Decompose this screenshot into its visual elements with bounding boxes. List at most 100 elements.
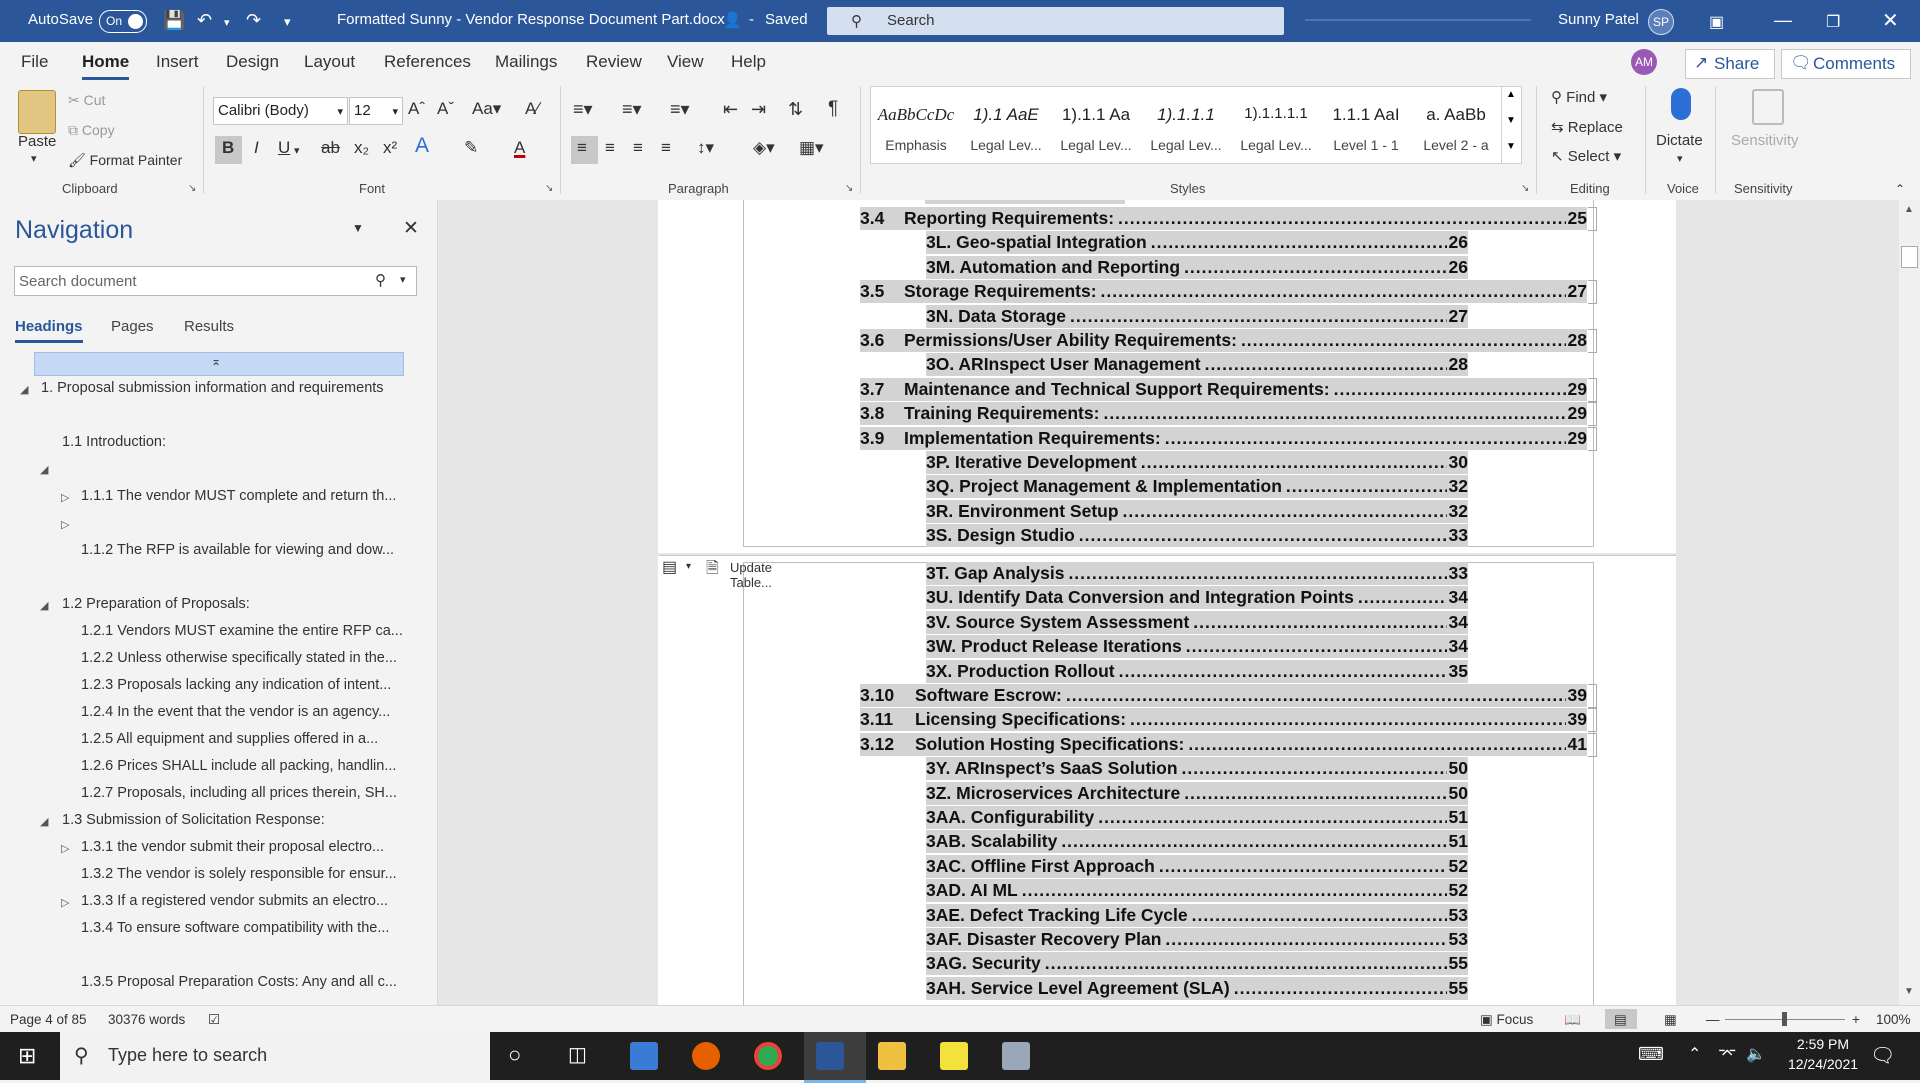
- nav-heading[interactable]: 1.2.4 In the event that the vendor is an…: [81, 704, 390, 720]
- styles-launcher-icon[interactable]: ↘: [1521, 183, 1529, 194]
- snipping-tool-icon[interactable]: [1002, 1042, 1030, 1070]
- copy-button[interactable]: ⧉ Copy: [68, 122, 115, 139]
- chevron-down-icon[interactable]: ▾: [1677, 152, 1683, 165]
- nav-tab-results[interactable]: Results: [184, 318, 234, 335]
- tab-review[interactable]: Review: [586, 52, 642, 72]
- chevron-down-icon[interactable]: ▾: [686, 561, 691, 572]
- find-button[interactable]: ⚲ Find ▾: [1551, 88, 1607, 106]
- file-explorer-icon[interactable]: [878, 1042, 906, 1070]
- word-icon[interactable]: [816, 1042, 844, 1070]
- toc-entry-sub[interactable]: 3AH. Service Level Agreement (SLA)......…: [926, 976, 1468, 1000]
- minimize-icon[interactable]: —: [1774, 10, 1792, 31]
- shrink-font-icon[interactable]: Aˇ: [437, 99, 454, 119]
- toc-entry-sub[interactable]: 3AA. Configurability....................…: [926, 806, 1468, 829]
- nav-close-icon[interactable]: ✕: [403, 217, 419, 240]
- store-icon[interactable]: [630, 1042, 658, 1070]
- toc-entry-sub[interactable]: 3Y. ARInspect’s SaaS Solution...........…: [926, 757, 1468, 781]
- toc-options-icon[interactable]: ▤: [662, 557, 677, 577]
- autosave-toggle[interactable]: On: [99, 10, 147, 33]
- toc-entry-main[interactable]: 3.11 Licensing Specifications:...........…: [860, 708, 1587, 732]
- taskbar-search-box[interactable]: ⚲ Type here to search: [60, 1032, 490, 1080]
- bullets-icon[interactable]: ≡▾: [573, 99, 593, 120]
- toc-entry-sub[interactable]: 3M. Automation and Reporting............…: [926, 255, 1468, 279]
- collapse-ribbon-icon[interactable]: ⌃: [1895, 182, 1905, 196]
- replace-button[interactable]: ⇆ Replace: [1551, 118, 1623, 136]
- toc-entry-sub[interactable]: 3N. Data Storage........................…: [926, 304, 1468, 328]
- chevron-down-icon[interactable]: ▼: [1506, 115, 1516, 126]
- customize-toolbar-icon[interactable]: ▾: [284, 14, 291, 30]
- style-level-1[interactable]: 1.1.1 AaI Level 1 - 1: [1321, 87, 1411, 163]
- chevron-up-icon[interactable]: ⌃: [1688, 1044, 1701, 1064]
- print-layout-icon[interactable]: ▤: [1614, 1012, 1627, 1028]
- chevron-up-icon[interactable]: ▲: [1506, 89, 1516, 100]
- nav-search-input[interactable]: Search document ⚲ ▾: [14, 266, 417, 296]
- toc-entry-main[interactable]: 3.5 Storage Requirements:................…: [860, 280, 1587, 304]
- cortana-icon[interactable]: ○: [508, 1042, 521, 1068]
- scroll-thumb[interactable]: [1901, 246, 1918, 268]
- italic-icon[interactable]: I: [254, 138, 259, 158]
- collaborator-avatar[interactable]: AM: [1631, 49, 1657, 75]
- align-right-icon[interactable]: ≡: [633, 138, 643, 158]
- zoom-level[interactable]: 100%: [1876, 1012, 1911, 1027]
- volume-icon[interactable]: 🔈: [1746, 1044, 1766, 1064]
- style-emphasis[interactable]: AaBbCcDc Emphasis: [871, 87, 961, 163]
- keyboard-icon[interactable]: ⌨: [1638, 1044, 1664, 1065]
- redo-icon[interactable]: ↷: [246, 10, 261, 31]
- toc-entry-sub[interactable]: 3O. ARInspect User Management...........…: [926, 353, 1468, 377]
- toc-entry-main[interactable]: 3.8 Training Requirements:...............…: [860, 402, 1587, 426]
- toc-entry-sub[interactable]: 3L. Geo-spatial Integration.............…: [926, 231, 1468, 255]
- style-level-2[interactable]: a. AaBb Level 2 - a: [1411, 87, 1501, 163]
- multilevel-list-icon[interactable]: ≡▾: [670, 99, 690, 120]
- clock-time[interactable]: 2:59 PM: [1788, 1036, 1858, 1052]
- collapse-triangle-icon[interactable]: ◢: [40, 599, 48, 612]
- nav-heading[interactable]: 1.2.3 Proposals lacking any indication o…: [81, 677, 391, 693]
- bold-icon[interactable]: B: [222, 138, 234, 158]
- notification-icon[interactable]: 🗨: [1870, 1043, 1895, 1068]
- web-layout-icon[interactable]: ▦: [1664, 1012, 1677, 1028]
- style-legal-level-2[interactable]: 1).1.1 Aa Legal Lev...: [1051, 87, 1141, 163]
- line-spacing-icon[interactable]: ↕▾: [697, 138, 714, 158]
- page-count[interactable]: Page 4 of 85: [10, 1012, 87, 1027]
- text-effects-icon[interactable]: A: [415, 134, 429, 158]
- collapse-triangle-icon[interactable]: ◢: [20, 383, 28, 396]
- title-search-box[interactable]: ⚲ Search: [827, 7, 1284, 35]
- tab-view[interactable]: View: [667, 52, 704, 72]
- nav-heading[interactable]: 1.3.1 the vendor submit their proposal e…: [81, 839, 384, 855]
- toc-entry-sub[interactable]: 3AF. Disaster Recovery Plan.............…: [926, 928, 1468, 951]
- toc-entry-sub[interactable]: 3W. Product Release Iterations..........…: [926, 635, 1468, 659]
- undo-dropdown-icon[interactable]: ▾: [224, 16, 230, 29]
- nav-heading[interactable]: 1.3.5 Proposal Preparation Costs: Any an…: [81, 974, 397, 990]
- decrease-indent-icon[interactable]: ⇤: [723, 99, 738, 120]
- vertical-scrollbar[interactable]: ▲ ▼: [1899, 200, 1920, 1005]
- firefox-icon[interactable]: [692, 1042, 720, 1070]
- font-size-combo[interactable]: 12 ▾: [349, 97, 403, 125]
- cut-button[interactable]: ✂ Cut: [68, 92, 105, 109]
- grow-font-icon[interactable]: Aˆ: [408, 99, 425, 119]
- tab-references[interactable]: References: [384, 52, 471, 72]
- paragraph-launcher-icon[interactable]: ↘: [845, 183, 853, 194]
- tab-insert[interactable]: Insert: [156, 52, 199, 72]
- zoom-in-icon[interactable]: +: [1852, 1012, 1860, 1027]
- wifi-icon[interactable]: ⌤: [1718, 1044, 1736, 1064]
- share-button[interactable]: ↗ Share: [1685, 49, 1775, 79]
- scroll-down-icon[interactable]: ▼: [1904, 986, 1914, 997]
- toc-entry-sub[interactable]: 3AG. Security...........................…: [926, 952, 1468, 976]
- toc-entry-sub[interactable]: 3P. Iterative Development...............…: [926, 451, 1468, 474]
- toc-entry-sub[interactable]: 3V. Source System Assessment............…: [926, 610, 1468, 634]
- nav-options-icon[interactable]: ▼: [352, 221, 364, 235]
- collapse-triangle-icon[interactable]: ◢: [40, 463, 48, 476]
- nav-heading[interactable]: 1.2.5 All equipment and supplies offered…: [81, 731, 378, 747]
- user-name[interactable]: Sunny Patel: [1558, 11, 1639, 28]
- nav-heading[interactable]: 1.1 Introduction:: [62, 434, 166, 450]
- toc-entry-main[interactable]: 3.6 Permissions/User Ability Requirements…: [860, 329, 1587, 352]
- clipboard-launcher-icon[interactable]: ↘: [188, 183, 196, 194]
- toc-entry-sub[interactable]: 3AD. AI ML..............................…: [926, 879, 1468, 903]
- styles-scroll[interactable]: ▲ ▼ ▼: [1501, 87, 1521, 163]
- show-formatting-icon[interactable]: ¶: [828, 98, 838, 120]
- toc-entry-sub[interactable]: 3AB. Scalability........................…: [926, 830, 1468, 854]
- zoom-slider-thumb[interactable]: [1782, 1012, 1787, 1026]
- tab-help[interactable]: Help: [731, 52, 766, 72]
- proofing-icon[interactable]: ☑: [208, 1012, 220, 1028]
- paste-dropdown-icon[interactable]: ▾: [31, 152, 37, 165]
- toc-entry-sub[interactable]: 3AC. Offline First Approach.............…: [926, 854, 1468, 878]
